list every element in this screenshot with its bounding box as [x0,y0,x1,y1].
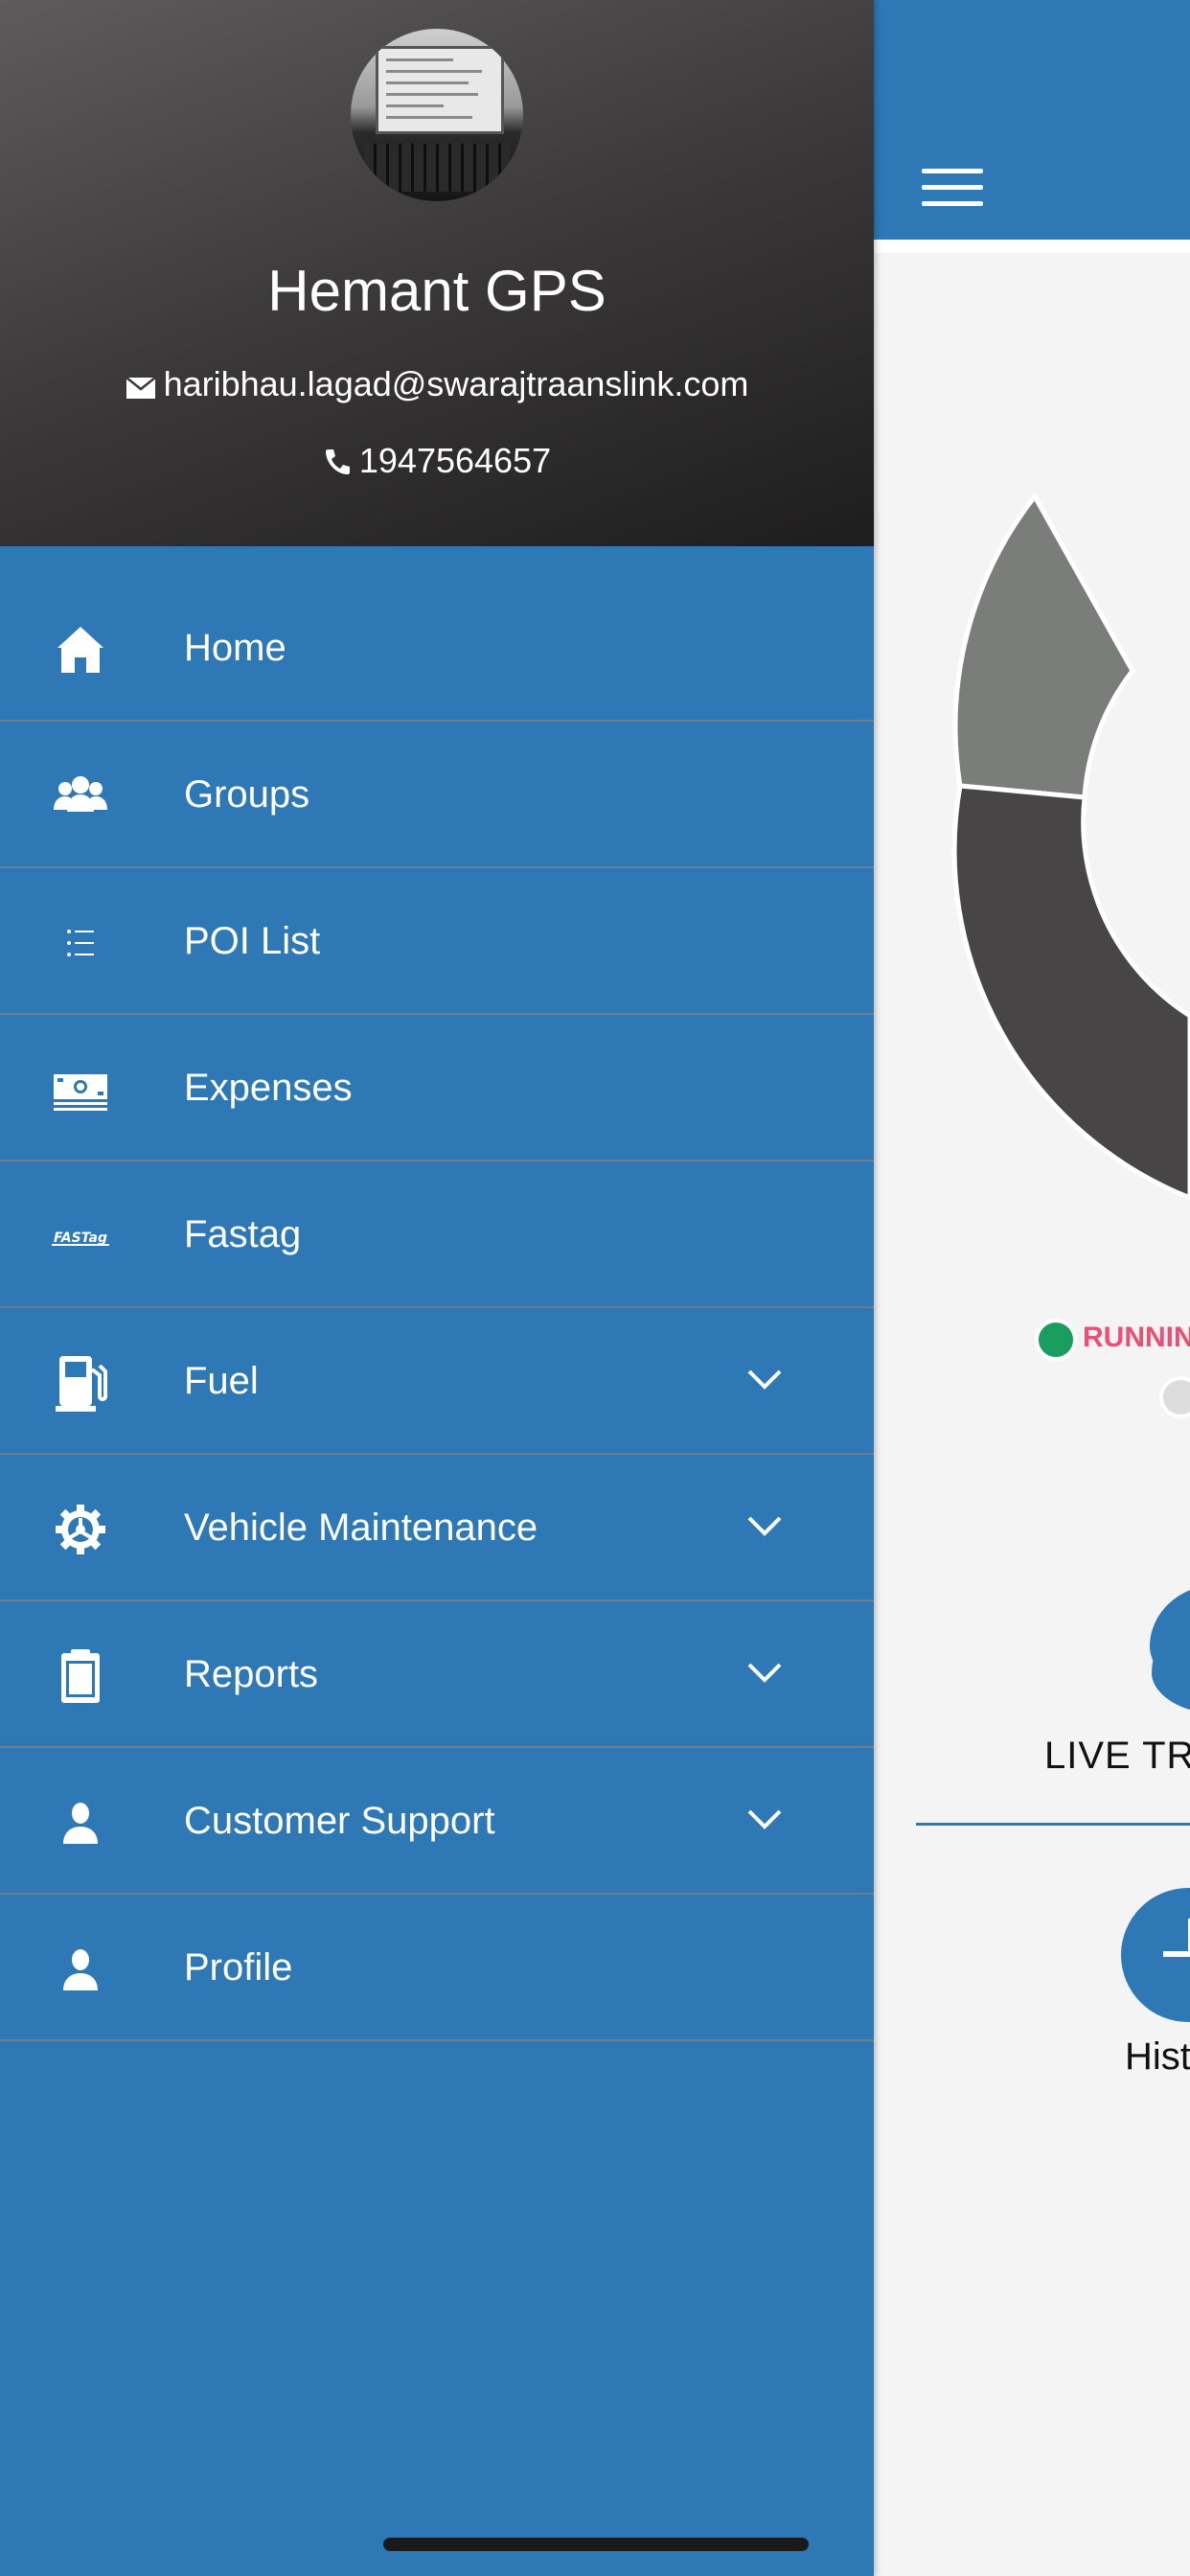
avatar[interactable] [351,29,523,201]
clipboard-icon [61,1649,100,1703]
money-icon [54,1074,107,1111]
list-icon [67,930,94,956]
menu-item-label: POI List [184,920,321,962]
menu-item-label: Expenses [184,1067,353,1109]
drawer-menu: Home Groups POI List Expenses FASTag Fas… [0,575,874,2041]
chevron-down-icon[interactable] [745,1806,784,1832]
chevron-down-icon[interactable] [745,1366,784,1392]
gear-icon [56,1505,105,1554]
menu-item-home[interactable]: Home [0,575,874,722]
main-screen: RUNNIN LIVE TR Hist [874,0,1190,2576]
menu-item-reports[interactable]: Reports [0,1601,874,1748]
donut-segment-dark [951,783,1190,1201]
status-dot [1159,1376,1190,1418]
home-indicator[interactable] [383,2538,809,2551]
vehicle-status-donut-chart [951,492,1190,1201]
menu-item-label: Vehicle Maintenance [184,1506,538,1549]
menu-item-label: Customer Support [184,1800,495,1842]
menu-item-label: Reports [184,1653,319,1695]
phone-row: 1947564657 [0,439,874,483]
history-button[interactable] [1121,1888,1190,2022]
mail-icon [125,377,156,399]
menu-item-label: Fuel [184,1360,259,1402]
home-icon [57,627,103,673]
divider [916,1823,1190,1826]
menu-item-expenses[interactable]: Expenses [0,1015,874,1162]
navigation-drawer: Hemant GPS haribhau.lagad@swarajtraansli… [0,0,874,2576]
live-tracking-label[interactable]: LIVE TR [1044,1735,1190,1778]
fastag-icon: FASTag [52,1230,109,1246]
location-pin-icon[interactable] [1140,1579,1190,1714]
phone-icon [325,449,350,474]
hamburger-menu-icon[interactable] [922,169,983,207]
chevron-down-icon[interactable] [745,1512,784,1539]
email-text: haribhau.lagad@swarajtraanslink.com [163,364,749,403]
menu-item-label: Fastag [184,1213,302,1255]
menu-item-label: Profile [184,1946,293,1989]
menu-item-fuel[interactable]: Fuel [0,1308,874,1455]
running-status-dot [1035,1319,1077,1361]
email-row: haribhau.lagad@swarajtraanslink.com [0,362,874,406]
svg-text:FASTag: FASTag [54,1230,107,1246]
menu-item-label: Groups [184,773,310,816]
menu-item-groups[interactable]: Groups [0,722,874,868]
main-header [874,0,1190,253]
history-label[interactable]: Hist [1125,2036,1190,2079]
fuel-pump-icon [56,1356,107,1412]
menu-item-fastag[interactable]: FASTag Fastag [0,1162,874,1308]
running-status-label: RUNNIN [1083,1322,1190,1353]
phone-text: 1947564657 [358,441,552,480]
menu-item-label: Home [184,627,286,669]
user-name: Hemant GPS [267,259,606,323]
donut-segment-gray [952,492,1135,800]
chevron-down-icon[interactable] [745,1659,784,1686]
menu-item-customer-support[interactable]: Customer Support [0,1748,874,1895]
person-icon [63,1949,98,1990]
drawer-header: Hemant GPS haribhau.lagad@swarajtraansli… [0,0,874,546]
menu-item-vehicle-maintenance[interactable]: Vehicle Maintenance [0,1455,874,1601]
person-icon [63,1803,98,1844]
menu-item-profile[interactable]: Profile [0,1895,874,2041]
groups-icon [54,776,107,812]
menu-item-poi-list[interactable]: POI List [0,868,874,1015]
